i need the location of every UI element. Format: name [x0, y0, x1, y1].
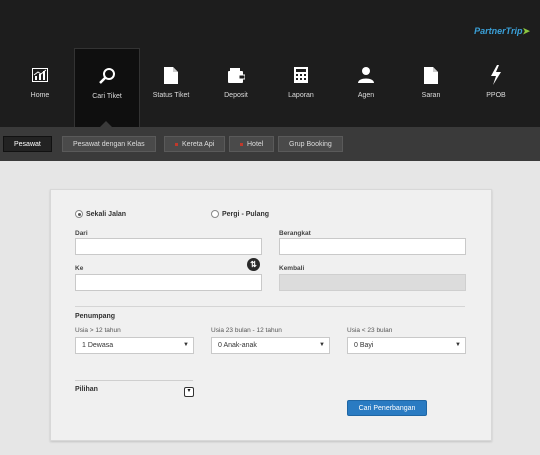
radio-sekali-jalan[interactable]: Sekali Jalan [75, 210, 126, 218]
sub-nav: Pesawat Pesawat dengan Kelas Kereta Api … [0, 127, 540, 161]
user-icon [334, 66, 398, 84]
wallet-icon [204, 66, 268, 84]
flight-search-form: Sekali Jalan Pergi - Pulang Dari Berangk… [50, 189, 492, 441]
return-label: Kembali [279, 265, 305, 272]
adult-age-label: Usia > 12 tahun [75, 327, 121, 334]
child-select[interactable]: 0 Anak-anak ▼ [211, 337, 330, 354]
nav-item-ppob[interactable]: PPOB [464, 48, 528, 127]
nav-label: Home [30, 92, 50, 99]
calculator-icon [269, 66, 333, 84]
search-flights-button[interactable]: Cari Penerbangan [347, 400, 427, 416]
brand-logo[interactable]: PartnerTrip➤ [474, 26, 530, 37]
divider [75, 306, 465, 307]
lightning-icon [464, 65, 528, 85]
nav-label: Deposit [224, 92, 248, 99]
main-nav: Home Cari Tiket Status Tiket Deposit Lap… [8, 48, 532, 127]
nav-item-laporan[interactable]: Laporan [269, 48, 333, 127]
document-icon [139, 66, 203, 84]
depart-date-input[interactable] [279, 238, 466, 255]
top-header: PartnerTrip➤ Home Cari Tiket Status Tike… [0, 0, 540, 127]
radio-checked-icon [75, 210, 83, 218]
options-divider [75, 380, 193, 381]
nav-label: Laporan [288, 92, 314, 99]
swap-icon[interactable]: ⇅ [247, 258, 260, 271]
tab-pesawat[interactable]: Pesawat [3, 136, 52, 152]
chart-icon [8, 66, 72, 84]
adult-select[interactable]: 1 Dewasa ▼ [75, 337, 194, 354]
return-date-input [279, 274, 466, 291]
to-label: Ke [75, 265, 84, 272]
nav-item-deposit[interactable]: Deposit [204, 48, 268, 127]
to-input[interactable] [75, 274, 262, 291]
from-input[interactable] [75, 238, 262, 255]
tab-kereta-api[interactable]: Kereta Api [164, 136, 226, 152]
dot-icon [240, 142, 243, 146]
chevron-down-icon[interactable]: ▾ [184, 387, 194, 397]
infant-select[interactable]: 0 Bayi ▼ [347, 337, 466, 354]
depart-label: Berangkat [279, 230, 311, 237]
tab-hotel[interactable]: Hotel [229, 136, 275, 152]
from-label: Dari [75, 230, 88, 237]
nav-label: Saran [421, 92, 441, 99]
search-icon [75, 67, 139, 85]
options-label: Pilihan [75, 386, 98, 393]
passengers-title: Penumpang [75, 313, 116, 320]
caret-down-icon: ▼ [455, 342, 461, 348]
document-icon [399, 66, 463, 84]
nav-label: Status Tiket [152, 92, 190, 99]
nav-label: Cari Tiket [92, 93, 122, 100]
caret-down-icon: ▼ [319, 342, 325, 348]
dot-icon [175, 142, 178, 146]
nav-item-agen[interactable]: Agen [334, 48, 398, 127]
nav-item-status-tiket[interactable]: Status Tiket [139, 48, 203, 127]
leaf-icon: ➤ [522, 26, 530, 36]
nav-item-saran[interactable]: Saran [399, 48, 463, 127]
nav-label: Agen [357, 92, 375, 99]
radio-pergi-pulang[interactable]: Pergi - Pulang [211, 210, 269, 218]
tab-grup-booking[interactable]: Grup Booking [278, 136, 343, 152]
nav-item-cari-tiket[interactable]: Cari Tiket [74, 48, 140, 127]
nav-label: PPOB [486, 92, 506, 99]
nav-item-home[interactable]: Home [8, 48, 72, 127]
caret-down-icon: ▼ [183, 342, 189, 348]
infant-age-label: Usia < 23 bulan [347, 327, 393, 334]
tab-pesawat-dengan-kelas[interactable]: Pesawat dengan Kelas [62, 136, 156, 152]
child-age-label: Usia 23 bulan - 12 tahun [211, 327, 282, 334]
radio-unchecked-icon [211, 210, 219, 218]
